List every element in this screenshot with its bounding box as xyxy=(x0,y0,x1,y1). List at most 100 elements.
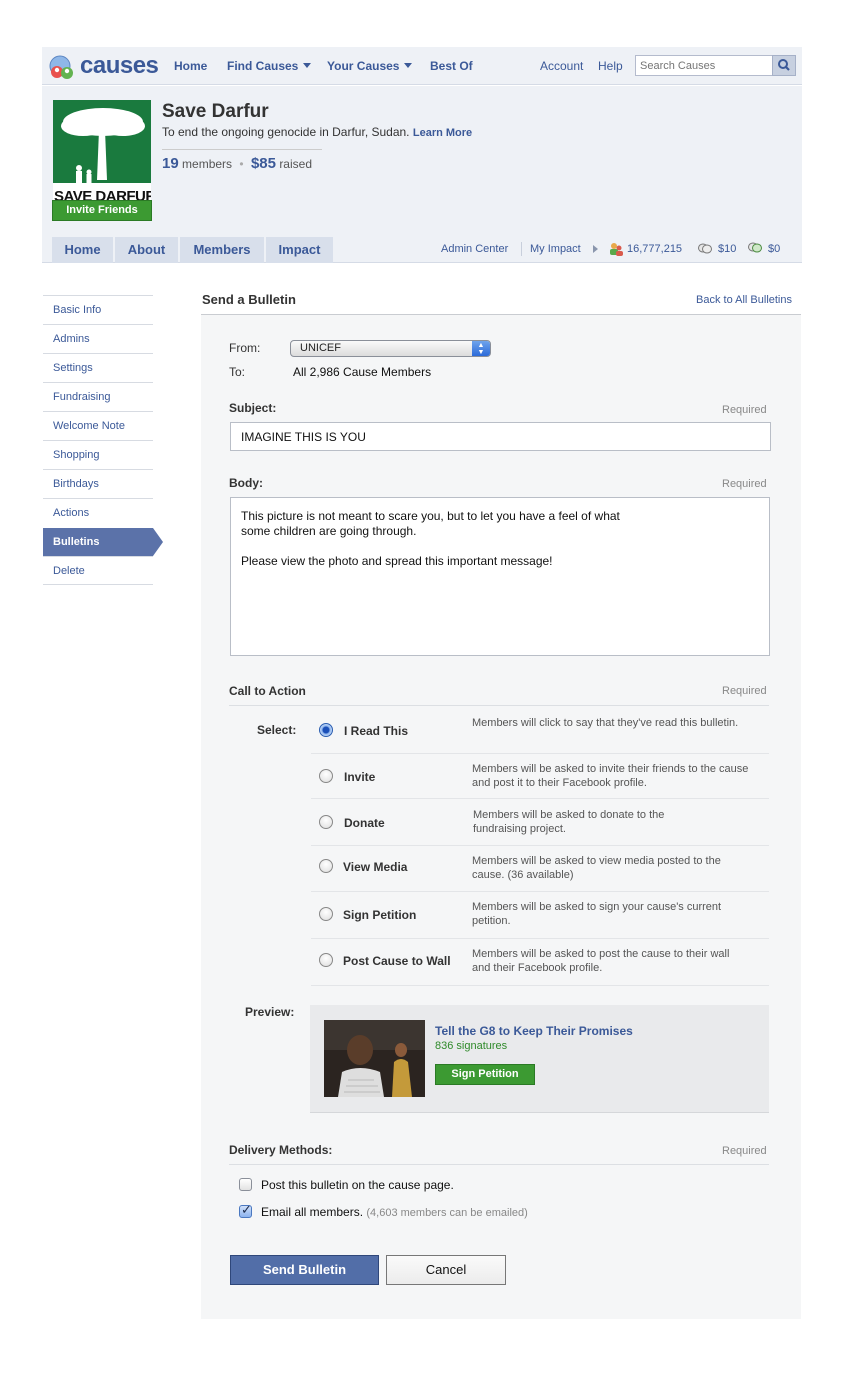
cause-description: To end the ongoing genocide in Darfur, S… xyxy=(162,125,472,139)
radio-invite[interactable] xyxy=(319,769,333,783)
from-label: From: xyxy=(229,341,261,355)
sidebar-item-shopping[interactable]: Shopping xyxy=(43,440,153,469)
radio-i-read-this[interactable] xyxy=(319,723,333,737)
post-on-cause-page-checkbox[interactable] xyxy=(239,1178,252,1191)
delivery-required-note: Required xyxy=(722,1145,767,1157)
cause-title: Save Darfur xyxy=(162,101,269,122)
option-label-view-media[interactable]: View Media xyxy=(343,860,407,874)
sidebar-item-admins[interactable]: Admins xyxy=(43,324,153,353)
my-impact-link[interactable]: My Impact xyxy=(530,243,581,255)
chevron-down-icon xyxy=(303,63,312,68)
select-arrows-icon: ▲ ▼ xyxy=(472,341,490,356)
subject-input[interactable]: IMAGINE THIS IS YOU xyxy=(230,422,771,451)
search-icon xyxy=(778,59,790,71)
members-label: members xyxy=(182,157,233,171)
subject-label: Subject: xyxy=(229,401,277,415)
option-label-post-cause-to-wall[interactable]: Post Cause to Wall xyxy=(343,954,451,968)
option-desc-invite: Members will be asked to invite their fr… xyxy=(472,763,749,789)
email-all-members-option[interactable]: Email all members. (4,603 members can be… xyxy=(261,1205,528,1219)
cause-header: SAVE DARFUR Invite Friends Save Darfur T… xyxy=(42,86,802,263)
impact-money-raised: $0 xyxy=(768,243,781,255)
subject-required-note: Required xyxy=(722,404,767,416)
stats-divider xyxy=(162,149,322,150)
from-selected-value: UNICEF xyxy=(300,342,341,354)
option-divider xyxy=(311,753,769,754)
people-icon xyxy=(610,243,623,256)
sidebar-item-basic-info[interactable]: Basic Info xyxy=(43,295,153,324)
causes-logo[interactable]: causes xyxy=(48,51,159,81)
chevron-right-icon xyxy=(593,245,598,253)
sidebar-item-birthdays[interactable]: Birthdays xyxy=(43,469,153,498)
nav-your-causes-label: Your Causes xyxy=(327,59,400,73)
raised-label: raised xyxy=(279,157,312,171)
sidebar-item-actions[interactable]: Actions xyxy=(43,498,153,527)
email-all-members-label: Email all members. xyxy=(261,1205,364,1219)
coins-icon xyxy=(698,243,712,254)
petition-photo-image xyxy=(324,1020,425,1097)
option-desc-view-media: Members will be asked to view media post… xyxy=(472,855,721,881)
cta-required-note: Required xyxy=(722,685,767,697)
search-causes-input[interactable] xyxy=(635,55,773,76)
option-desc-post-cause-to-wall: Members will be asked to post the cause … xyxy=(472,948,730,974)
sidebar-item-fundraising[interactable]: Fundraising xyxy=(43,382,153,411)
radio-donate[interactable] xyxy=(319,815,333,829)
invite-friends-button[interactable]: Invite Friends xyxy=(52,200,152,221)
nav-find-causes-link[interactable]: Find Causes xyxy=(227,59,312,73)
delivery-methods-label: Delivery Methods: xyxy=(229,1143,333,1157)
email-all-members-checkbox[interactable] xyxy=(239,1202,252,1218)
option-label-i-read-this[interactable]: I Read This xyxy=(344,724,408,738)
raised-amount: $85 xyxy=(250,155,276,172)
stats-separator-dot: • xyxy=(239,157,244,171)
to-value: All 2,986 Cause Members xyxy=(293,365,432,379)
delivery-divider xyxy=(229,1164,769,1165)
nav-your-causes-link[interactable]: Your Causes xyxy=(327,59,413,73)
tab-about[interactable]: About xyxy=(115,237,178,263)
learn-more-link[interactable]: Learn More xyxy=(413,127,472,139)
sidebar-item-delete[interactable]: Delete xyxy=(43,556,153,585)
to-label: To: xyxy=(229,365,246,379)
preview-label: Preview: xyxy=(245,1005,295,1019)
cause-logo-image[interactable]: SAVE DARFUR xyxy=(53,100,151,200)
send-bulletin-button[interactable]: Send Bulletin xyxy=(230,1255,379,1285)
radio-sign-petition[interactable] xyxy=(319,907,333,921)
cause-description-text: To end the ongoing genocide in Darfur, S… xyxy=(162,125,410,139)
cause-logo-wordmark: SAVE DARFUR xyxy=(54,188,151,200)
call-to-action-label: Call to Action xyxy=(229,684,306,698)
sign-petition-button[interactable]: Sign Petition xyxy=(435,1064,535,1085)
from-select[interactable]: UNICEF ▲ ▼ xyxy=(290,340,491,357)
preview-thumbnail[interactable] xyxy=(324,1020,425,1097)
causes-globe-icon xyxy=(49,55,73,79)
sidebar-item-welcome-note[interactable]: Welcome Note xyxy=(43,411,153,440)
impact-money-donated: $10 xyxy=(718,243,737,255)
tree-silhouette-icon xyxy=(53,100,151,200)
back-to-bulletins-link[interactable]: Back to All Bulletins xyxy=(696,294,792,306)
sidebar-item-settings[interactable]: Settings xyxy=(43,353,153,382)
page-title: Send a Bulletin xyxy=(202,292,296,307)
option-label-invite[interactable]: Invite xyxy=(344,770,375,784)
logo-wordmark: causes xyxy=(80,52,159,79)
radio-view-media[interactable] xyxy=(319,859,333,873)
option-desc-donate: Members will be asked to donate to the f… xyxy=(473,809,665,835)
search-button[interactable] xyxy=(772,55,796,76)
top-navigation-bar: causes Home Find Causes Your Causes Best… xyxy=(42,47,802,85)
post-on-cause-page-label[interactable]: Post this bulletin on the cause page. xyxy=(261,1178,454,1192)
tab-home[interactable]: Home xyxy=(52,237,113,263)
nav-help-link[interactable]: Help xyxy=(598,59,623,73)
nav-account-link[interactable]: Account xyxy=(540,59,583,73)
emailable-members-note: (4,603 members can be emailed) xyxy=(366,1207,528,1219)
option-label-donate[interactable]: Donate xyxy=(344,816,385,830)
link-divider xyxy=(521,242,522,256)
admin-center-link[interactable]: Admin Center xyxy=(441,243,508,255)
option-label-sign-petition[interactable]: Sign Petition xyxy=(343,908,416,922)
tab-impact[interactable]: Impact xyxy=(266,237,333,263)
body-textarea[interactable]: This picture is not meant to scare you, … xyxy=(230,497,770,656)
radio-post-cause-to-wall[interactable] xyxy=(319,953,333,967)
option-divider xyxy=(311,798,769,799)
cancel-button[interactable]: Cancel xyxy=(386,1255,506,1285)
tab-members[interactable]: Members xyxy=(180,237,264,263)
option-desc-sign-petition: Members will be asked to sign your cause… xyxy=(472,901,722,927)
nav-best-of-link[interactable]: Best Of xyxy=(430,59,473,73)
preview-petition-title-link[interactable]: Tell the G8 to Keep Their Promises xyxy=(435,1024,633,1038)
sidebar-item-bulletins[interactable]: Bulletins xyxy=(43,528,163,556)
nav-home-link[interactable]: Home xyxy=(174,59,207,73)
